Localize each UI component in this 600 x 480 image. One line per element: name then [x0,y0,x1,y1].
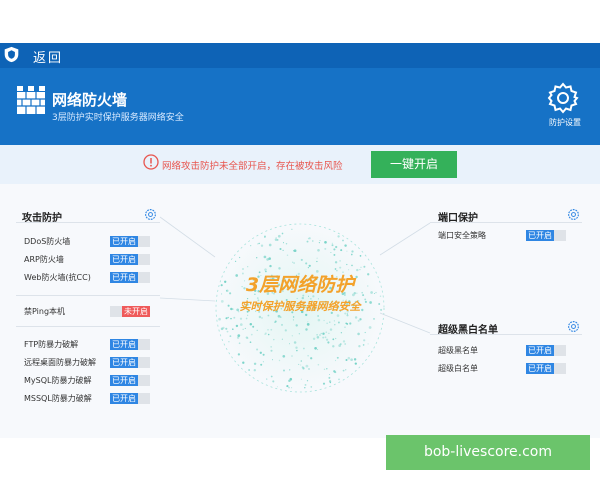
ftp-toggle[interactable]: 已开启 [110,339,150,350]
arp-label: ARP防火墙 [24,255,64,264]
brute-divider [16,326,160,327]
port-policy-toggle[interactable]: 已开启 [526,230,566,241]
port-policy-label: 端口安全策略 [438,231,486,240]
ping-divider [16,295,160,296]
arp-status: 已开启 [110,254,138,265]
arp-toggle[interactable]: 已开启 [110,254,150,265]
mysql-status: 已开启 [110,375,138,386]
mysql-toggle[interactable]: 已开启 [110,375,150,386]
ddos-label: DDoS防火墙 [24,237,71,246]
port-policy-status: 已开启 [526,230,554,241]
blacklist-toggle[interactable]: 已开启 [526,345,566,356]
web-firewall-label: Web防火墙(抗CC) [24,273,91,282]
lists-settings-gear-icon[interactable] [567,320,580,333]
attack-divider [16,222,160,223]
ddos-status: 已开启 [110,236,138,247]
mysql-label: MySQL防暴力破解 [24,376,92,385]
blacklist-label: 超级黑名单 [438,346,478,355]
mssql-toggle[interactable]: 已开启 [110,393,150,404]
whitelist-toggle[interactable]: 已开启 [526,363,566,374]
port-divider [430,222,582,223]
blacklist-status: 已开启 [526,345,554,356]
ftp-label: FTP防暴力破解 [24,340,79,349]
mssql-status: 已开启 [110,393,138,404]
ping-toggle[interactable]: 未开启 [110,306,150,317]
whitelist-label: 超级白名单 [438,364,478,373]
rdp-status: 已开启 [110,357,138,368]
lists-divider [430,334,582,335]
firewall-window: 返回 网络防火墙 3层防护实时保护服务器网络安全 防护设置 网络攻击防护未全部开… [0,43,600,438]
rdp-toggle[interactable]: 已开启 [110,357,150,368]
ddos-toggle[interactable]: 已开启 [110,236,150,247]
whitelist-status: 已开启 [526,363,554,374]
rdp-label: 远程桌面防暴力破解 [24,358,96,367]
ftp-status: 已开启 [110,339,138,350]
web-firewall-toggle[interactable]: 已开启 [110,272,150,283]
ping-label: 禁Ping本机 [24,307,66,316]
watermark-banner: bob-livescore.com [386,435,590,470]
mssql-label: MSSQL防暴力破解 [24,394,92,403]
ping-status: 未开启 [122,306,150,317]
web-firewall-status: 已开启 [110,272,138,283]
port-settings-gear-icon[interactable] [567,208,580,221]
attack-settings-gear-icon[interactable] [144,208,157,221]
